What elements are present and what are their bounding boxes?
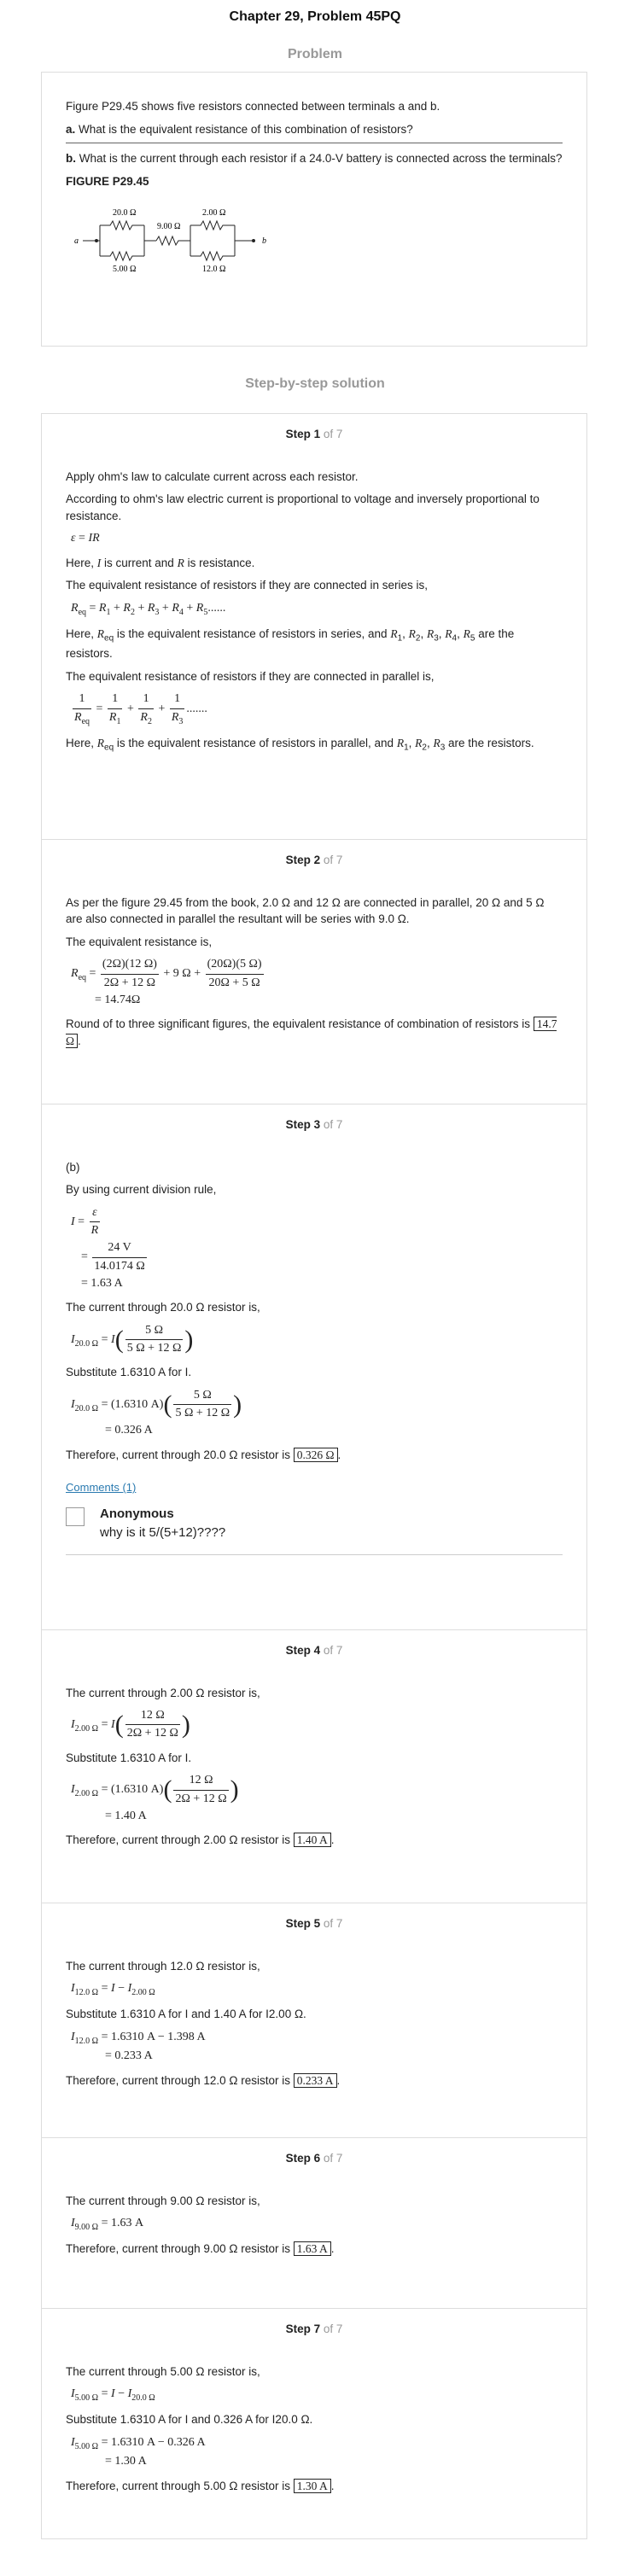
equation: I12.0 Ω = 1.6310 A − 1.398 A = 0.233 A xyxy=(71,2030,206,2063)
equation: I5.00 Ω = I − I20.0 Ω xyxy=(71,2387,155,2403)
step-text: By using current division rule, xyxy=(66,1183,217,1197)
problem-part-b: b. What is the current through each resi… xyxy=(66,152,563,166)
problem-card: Figure P29.45 shows five resistors conne… xyxy=(41,72,587,347)
problem-part-a: a. What is the equivalent resistance of … xyxy=(66,122,413,136)
equation: I9.00 Ω = 1.63 A xyxy=(71,2217,144,2232)
step-text: The current through 5.00 Ω resistor is, xyxy=(66,2364,260,2378)
step-text: The equivalent resistance of resistors i… xyxy=(66,579,428,592)
answer-box: 0.326 Ω xyxy=(293,1447,338,1462)
step-text: Therefore, current through 12.0 Ω resist… xyxy=(66,2072,341,2088)
step-text: Therefore, current through 9.00 Ω resist… xyxy=(66,2241,335,2257)
step-text: The equivalent resistance of resistors i… xyxy=(66,669,435,683)
step-text: According to ohm's law electric current … xyxy=(66,492,540,522)
step-text: The current through 2.00 Ω resistor is, xyxy=(66,1686,260,1699)
step-header: Step 3 of 7 xyxy=(285,1118,343,1131)
step-text: Substitute 1.6310 A for I. xyxy=(66,1751,192,1764)
equation: ε = IR xyxy=(71,532,100,545)
problem-heading: Problem xyxy=(287,47,342,61)
terminal-a: a xyxy=(74,236,79,246)
step-text: Substitute 1.6310 A for I. xyxy=(66,1366,192,1379)
equation: I = εR = 24 V 14.0174 Ω = 1.63 A xyxy=(71,1205,147,1290)
step-card-2: Step 2 of 7 As per the figure 29.45 from… xyxy=(41,840,587,1104)
step-text: Here, I is current and R is resistance. xyxy=(66,556,255,569)
svg-text:5.00 Ω: 5.00 Ω xyxy=(113,265,136,274)
svg-text:2.00 Ω: 2.00 Ω xyxy=(202,208,225,218)
step-header: Step 6 of 7 xyxy=(285,2152,343,2165)
solution-heading: Step-by-step solution xyxy=(245,376,385,391)
step-text: Apply ohm's law to calculate current acr… xyxy=(66,469,359,483)
step-card-4: Step 4 of 7 The current through 2.00 Ω r… xyxy=(41,1630,587,1903)
equation: Req = (2Ω)(12 Ω) 2Ω + 12 Ω + 9 Ω + (20Ω)(… xyxy=(71,958,264,1006)
answer-box: 1.30 A xyxy=(293,2478,331,2493)
step-text: Therefore, current through 20.0 Ω resist… xyxy=(66,1447,341,1462)
figure-label: FIGURE P29.45 xyxy=(66,174,149,188)
step-text: Round of to three significant figures, t… xyxy=(66,1017,557,1048)
comments-link[interactable]: Comments (1) xyxy=(66,1480,563,1496)
step-card-7: Step 7 of 7 The current through 5.00 Ω r… xyxy=(41,2309,587,2539)
equation: 1 Req = 1 R1 + 1 R2 + 1 R3....... xyxy=(73,692,207,726)
answer-box: 1.40 A xyxy=(293,1833,331,1848)
comment-text: why is it 5/(5+12)???? xyxy=(100,1524,226,1540)
step-text: The equivalent resistance is, xyxy=(66,935,213,948)
step-header: Step 5 of 7 xyxy=(285,1917,343,1930)
step-text: Here, Req is the equivalent resistance o… xyxy=(66,736,534,753)
comment-author: Anonymous xyxy=(100,1507,174,1522)
svg-text:12.0 Ω: 12.0 Ω xyxy=(202,265,225,274)
divider xyxy=(66,1553,563,1555)
svg-text:20.0 Ω: 20.0 Ω xyxy=(113,208,136,218)
equation: I20.0 Ω = (1.6310 A)(5 Ω5 Ω + 12 Ω) = 0.… xyxy=(71,1388,242,1437)
step-text: (b) xyxy=(66,1160,80,1174)
page-title: Chapter 29, Problem 45PQ xyxy=(229,9,401,24)
step-text: Here, Req is the equivalent resistance o… xyxy=(66,627,515,661)
equation: I2.00 Ω = (1.6310 A)(12 Ω 2Ω + 12 Ω) = 1.… xyxy=(71,1774,239,1822)
equation: Req = R1 + R2 + R3 + R4 + R5...... xyxy=(71,601,226,617)
step-header: Step 2 of 7 xyxy=(285,854,343,866)
equation: I2.00 Ω = I(12 Ω 2Ω + 12 Ω) xyxy=(71,1709,190,1740)
step-card-1: Step 1 of 7 Apply ohm's law to calculate… xyxy=(41,413,587,840)
equation: I12.0 Ω = I − I2.00 Ω xyxy=(71,1982,155,1997)
equation: I20.0 Ω = I(5 Ω5 Ω + 12 Ω) xyxy=(71,1323,194,1355)
step-card-6: Step 6 of 7 The current through 9.00 Ω r… xyxy=(41,2138,587,2309)
terminal-b: b xyxy=(262,236,266,246)
avatar xyxy=(66,1507,85,1527)
step-text: The current through 9.00 Ω resistor is, xyxy=(66,2194,260,2207)
step-text: Therefore, current through 5.00 Ω resist… xyxy=(66,2478,335,2493)
step-text: The current through 20.0 Ω resistor is, xyxy=(66,1301,260,1314)
step-header: Step 4 of 7 xyxy=(285,1644,343,1657)
step-header: Step 7 of 7 xyxy=(285,2322,343,2335)
step-card-5: Step 5 of 7 The current through 12.0 Ω r… xyxy=(41,1903,587,2138)
circuit-figure: a 20.0 Ω 5.00 Ω 9.00 Ω 2.00 Ω 12.0 Ω b xyxy=(66,196,563,280)
problem-intro: Figure P29.45 shows five resistors conne… xyxy=(66,100,440,113)
answer-box: 1.63 A xyxy=(293,2241,331,2257)
step-text: As per the figure 29.45 from the book, 2… xyxy=(66,895,545,926)
svg-text:9.00 Ω: 9.00 Ω xyxy=(157,222,180,231)
step-text: The current through 12.0 Ω resistor is, xyxy=(66,1959,260,1973)
comment: Anonymous why is it 5/(5+12)???? xyxy=(66,1505,563,1542)
equation: I5.00 Ω = 1.6310 A − 0.326 A = 1.30 A xyxy=(71,2435,206,2468)
answer-box: 0.233 A xyxy=(293,2072,337,2088)
step-text: Substitute 1.6310 A for I and 1.40 A for… xyxy=(66,2008,306,2021)
step-text: Therefore, current through 2.00 Ω resist… xyxy=(66,1833,335,1848)
step-header: Step 1 of 7 xyxy=(285,428,343,440)
step-text: Substitute 1.6310 A for I and 0.326 A fo… xyxy=(66,2413,313,2427)
step-card-3: Step 3 of 7 (b) By using current divisio… xyxy=(41,1104,587,1630)
